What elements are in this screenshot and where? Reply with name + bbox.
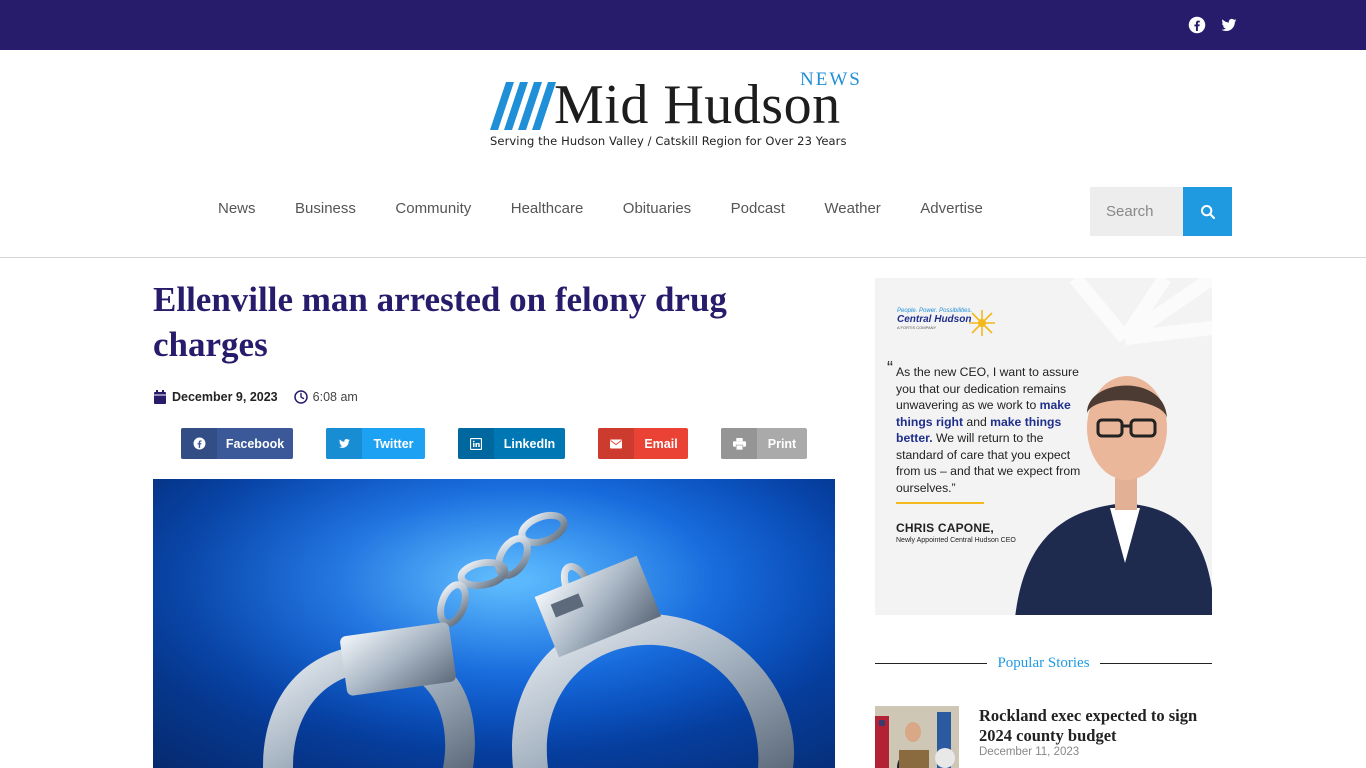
twitter-icon (326, 428, 362, 459)
top-bar (0, 0, 1366, 50)
share-facebook-label: Facebook (225, 436, 285, 451)
share-print-button[interactable]: Print (721, 428, 807, 459)
article-title: Ellenville man arrested on felony drug c… (153, 280, 727, 364)
sidebar-ad[interactable]: People. Power. Possibilities. Central Hu… (875, 278, 1212, 615)
story-photo (875, 706, 959, 768)
divider (1099, 662, 1212, 664)
ad-person-role: Newly Appointed Central Hudson CEO (896, 537, 1016, 544)
article-time: 6:08 am (312, 390, 358, 404)
share-print-label: Print (767, 436, 797, 451)
sun-icon (969, 310, 995, 336)
nav-item-business[interactable]: Business (295, 200, 356, 224)
share-email-button[interactable]: Email (598, 428, 688, 459)
story-date: December 11, 2023 (979, 746, 1080, 758)
nav-item-community[interactable]: Community (395, 200, 471, 224)
ad-person-name: CHRIS CAPONE, (896, 521, 994, 535)
nav-item-advertise[interactable]: Advertise (920, 200, 983, 224)
handcuffs-icon (153, 479, 835, 768)
ad-quote-part: and (963, 414, 991, 429)
story-title-link[interactable]: Rockland exec expected to sign 2024 coun… (979, 706, 1209, 746)
site-header: Mid Hudson NEWS Serving the Hudson Valle… (0, 50, 1366, 258)
popular-stories-title: Popular Stories (997, 654, 1090, 671)
logo-tagline: Serving the Hudson Valley / Catskill Reg… (490, 134, 847, 148)
article-date: December 9, 2023 (172, 390, 278, 404)
article-meta: December 9, 2023 6:08 am (154, 388, 358, 406)
nav-item-news[interactable]: News (218, 200, 256, 224)
logo-name: Mid Hudson (554, 74, 841, 136)
nav-item-healthcare[interactable]: Healthcare (511, 200, 584, 224)
popular-stories-heading: Popular Stories (875, 653, 1212, 673)
nav-item-weather[interactable]: Weather (824, 200, 880, 224)
share-email-label: Email (644, 436, 678, 451)
search-icon (1200, 204, 1215, 219)
email-icon (598, 428, 634, 459)
facebook-icon[interactable] (1188, 16, 1206, 34)
share-twitter-button[interactable]: Twitter (326, 428, 425, 459)
search-button[interactable] (1183, 187, 1232, 236)
central-hudson-logo: People. Power. Possibilities. Central Hu… (897, 308, 997, 338)
logo-stripes-icon (490, 82, 556, 130)
search-form (1090, 187, 1232, 236)
story-thumbnail[interactable] (875, 706, 959, 768)
logo-news: NEWS (800, 69, 862, 90)
nav-item-podcast[interactable]: Podcast (731, 200, 785, 224)
nav-item-obituaries[interactable]: Obituaries (623, 200, 691, 224)
article-hero-image (153, 479, 835, 768)
share-linkedin-button[interactable]: LinkedIn (458, 428, 565, 459)
facebook-icon (181, 428, 217, 459)
site-logo[interactable]: Mid Hudson NEWS Serving the Hudson Valle… (488, 69, 878, 152)
twitter-icon[interactable] (1220, 16, 1238, 34)
share-twitter-label: Twitter (373, 436, 414, 451)
ad-open-quote: “ (887, 358, 893, 378)
share-facebook-button[interactable]: Facebook (181, 428, 293, 459)
ceo-portrait (1015, 376, 1212, 615)
linkedin-icon (458, 428, 494, 459)
calendar-icon (154, 390, 166, 404)
share-linkedin-label: LinkedIn (503, 436, 556, 451)
divider (875, 662, 988, 664)
search-input[interactable] (1090, 187, 1183, 236)
print-icon (721, 428, 757, 459)
ad-divider (896, 502, 984, 504)
clock-icon (293, 390, 308, 404)
main-nav: News Business Community Healthcare Obitu… (218, 200, 1022, 224)
